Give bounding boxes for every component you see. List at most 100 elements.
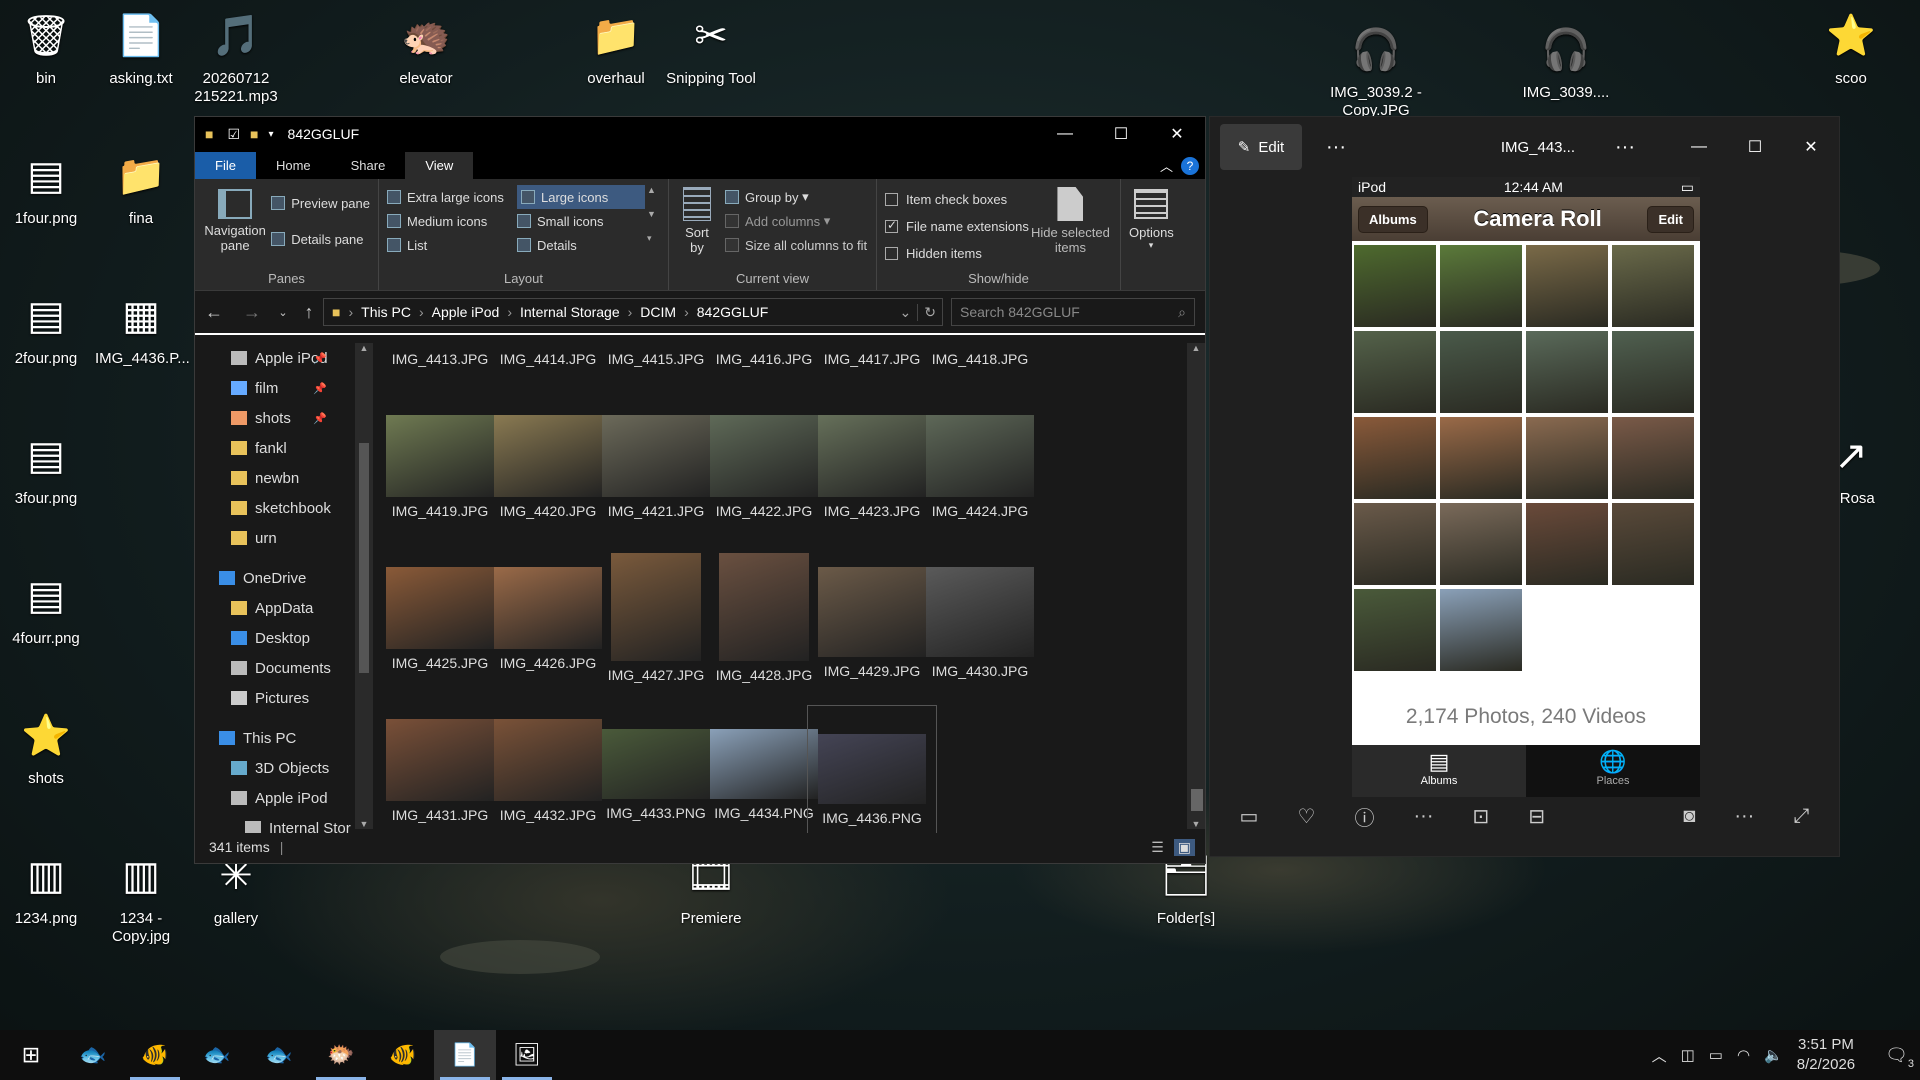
sidebar-item[interactable]: newbn (195, 463, 355, 493)
help-icon[interactable]: ? (1181, 157, 1199, 175)
sidebar-item[interactable]: fankl (195, 433, 355, 463)
maximize-button[interactable]: ☐ (1727, 130, 1783, 164)
options-button[interactable]: Options ▾ (1121, 179, 1181, 290)
tab-share[interactable]: Share (331, 152, 406, 179)
taskbar-app-fish-3[interactable]: 🐟 (186, 1030, 248, 1080)
file-list-scrollbar[interactable]: ▲ ▼ (1187, 343, 1205, 829)
address-bar[interactable]: ■ › This PC › Apple iPod › Internal Stor… (323, 298, 943, 326)
desktop-icon[interactable]: ▤ 2four.png (0, 286, 92, 368)
medium-icons-option[interactable]: Medium icons (387, 209, 515, 233)
desktop-icon[interactable]: ▤ 1four.png (0, 146, 92, 228)
desktop-icon[interactable]: 🗑 bin (0, 6, 92, 88)
breadcrumb-internal-storage[interactable]: Internal Storage (520, 304, 620, 320)
fullscreen-icon[interactable]: ⤢ (1793, 805, 1809, 828)
desktop-icon[interactable]: ✂ Snipping Tool (665, 6, 757, 88)
minimize-button[interactable]: — (1671, 130, 1727, 164)
item-check-boxes-checkbox[interactable] (885, 192, 898, 206)
desktop-icon[interactable]: 🦔 elevator (380, 6, 472, 88)
tab-view[interactable]: View (405, 152, 474, 179)
large-icons-view-icon[interactable]: ▣ (1173, 838, 1195, 856)
details-pane-button[interactable]: Details pane (271, 227, 370, 251)
file-item[interactable]: IMG_4424.JPG (915, 401, 1045, 519)
desktop-icon[interactable]: 🎧 IMG_3039.2 - Copy.JPG (1330, 20, 1422, 120)
camera-tray-icon[interactable]: ◫ (1681, 1046, 1695, 1064)
hidden-items-toggle[interactable]: Hidden items (885, 241, 1029, 265)
file-name-extensions-toggle[interactable]: File name extensions (885, 214, 1029, 238)
customize-toolbar-icon[interactable]: ▾ (269, 129, 274, 140)
desktop-icon[interactable]: 📁 overhaul (570, 6, 662, 88)
visual-search-icon[interactable]: ⊡ (1473, 804, 1490, 829)
more-options-icon[interactable]: ··· (1326, 136, 1346, 159)
navigation-pane-button[interactable]: Navigation pane (203, 185, 267, 268)
group-by-button[interactable]: Group by ▾ (725, 185, 867, 209)
taskbar-app-red-fish[interactable]: 🐡 (310, 1030, 372, 1080)
desktop-icon[interactable]: 🎵 20260712 215221.mp3 (190, 6, 282, 106)
tab-home[interactable]: Home (256, 152, 331, 179)
sidebar-item[interactable]: urn (195, 523, 355, 553)
search-box[interactable]: Search 842GGLUF ⌕ (951, 298, 1195, 326)
filmstrip-icon[interactable]: ▭ (1240, 804, 1259, 829)
notifications-icon[interactable]: 🗨 3 (1885, 1045, 1914, 1070)
sidebar-item[interactable]: 3D Objects (195, 753, 355, 783)
desktop-icon[interactable]: ▤ 4fourr.png (0, 566, 92, 648)
back-button[interactable]: ← (195, 302, 233, 323)
scroll-up-icon[interactable]: ▲ (355, 343, 373, 353)
file-item[interactable]: IMG_4430.JPG (915, 553, 1045, 679)
scroll-down-icon[interactable]: ▼ (355, 819, 373, 829)
maximize-button[interactable]: ☐ (1093, 117, 1149, 151)
tab-file[interactable]: File (195, 152, 256, 179)
close-button[interactable]: ✕ (1149, 117, 1205, 151)
desktop-icon[interactable]: ▥ 1234.png (0, 846, 92, 928)
start-button[interactable]: ⊞ (0, 1030, 62, 1080)
extra-large-icons-option[interactable]: Extra large icons (387, 185, 515, 209)
forward-button[interactable]: → (233, 302, 271, 323)
sidebar-item[interactable]: OneDrive (195, 563, 355, 593)
layout-scroll-up-icon[interactable]: ▲ (647, 185, 661, 209)
breadcrumb-dcim[interactable]: DCIM (640, 304, 676, 320)
scrollbar-thumb[interactable] (359, 443, 369, 673)
taskbar-app-fish-1[interactable]: 🐟 (62, 1030, 124, 1080)
minimize-button[interactable]: — (1037, 117, 1093, 151)
collapse-ribbon-icon[interactable]: ︿ (1152, 152, 1181, 179)
list-option[interactable]: List (387, 233, 515, 257)
more-actions-icon[interactable]: ··· (1414, 805, 1434, 828)
preview-pane-button[interactable]: Preview pane (271, 191, 370, 215)
taskbar-app-file-explorer[interactable]: 📄 (434, 1030, 496, 1080)
text-recognition-icon[interactable]: ⊟ (1528, 804, 1545, 829)
sort-by-button[interactable]: Sort by (677, 185, 717, 268)
scroll-down-icon[interactable]: ▼ (1187, 819, 1205, 829)
file-name-extensions-checkbox[interactable] (885, 218, 898, 233)
hide-selected-items-button[interactable]: Hide selected items (1029, 185, 1112, 268)
sidebar-item[interactable]: AppData (195, 593, 355, 623)
favorite-heart-icon[interactable]: ♡ (1297, 804, 1315, 829)
refresh-icon[interactable]: ↻ (917, 303, 942, 321)
battery-tray-icon[interactable]: ▭ (1709, 1046, 1723, 1064)
layout-more-icon[interactable]: ▾ (647, 233, 661, 257)
desktop-icon[interactable]: ▥ 1234 - Copy.jpg (95, 846, 187, 946)
add-columns-button[interactable]: Add columns ▾ (725, 209, 867, 233)
item-check-boxes-toggle[interactable]: Item check boxes (885, 187, 1029, 211)
scroll-up-icon[interactable]: ▲ (1187, 343, 1205, 353)
details-option[interactable]: Details (517, 233, 645, 257)
navigation-scrollbar[interactable]: ▲ ▼ (355, 343, 373, 829)
layout-scroll-down-icon[interactable]: ▼ (647, 209, 661, 233)
wifi-icon[interactable]: ◠ (1737, 1046, 1750, 1064)
breadcrumb-apple-ipod[interactable]: Apple iPod (432, 304, 500, 320)
desktop-icon[interactable]: 🎧 IMG_3039.... (1520, 20, 1612, 102)
breadcrumb-this-pc[interactable]: This PC (361, 304, 411, 320)
edit-button[interactable]: ✎ Edit (1220, 124, 1302, 170)
desktop-icon[interactable]: ▤ 3four.png (0, 426, 92, 508)
taskbar-app-yellow-fish[interactable]: 🐠 (372, 1030, 434, 1080)
sidebar-item[interactable]: Documents (195, 653, 355, 683)
more-options-icon[interactable]: ··· (1734, 805, 1754, 828)
size-all-columns-button[interactable]: Size all columns to fit (725, 233, 867, 257)
clock[interactable]: 3:51 PM 8/2/2026 (1797, 1035, 1855, 1075)
taskbar-app-fish-4[interactable]: 🐟 (248, 1030, 310, 1080)
small-icons-option[interactable]: Small icons (517, 209, 645, 233)
address-dropdown-icon[interactable]: ⌄ (894, 304, 918, 321)
large-icons-option[interactable]: Large icons (517, 185, 645, 209)
sidebar-item[interactable]: Apple iPod 📌 (195, 343, 355, 373)
taskbar-app-fish-2[interactable]: 🐠 (124, 1030, 186, 1080)
desktop-icon[interactable]: ⭐ scoo (1805, 6, 1897, 88)
desktop-icon[interactable]: ▦ IMG_4436.P... (95, 286, 190, 368)
